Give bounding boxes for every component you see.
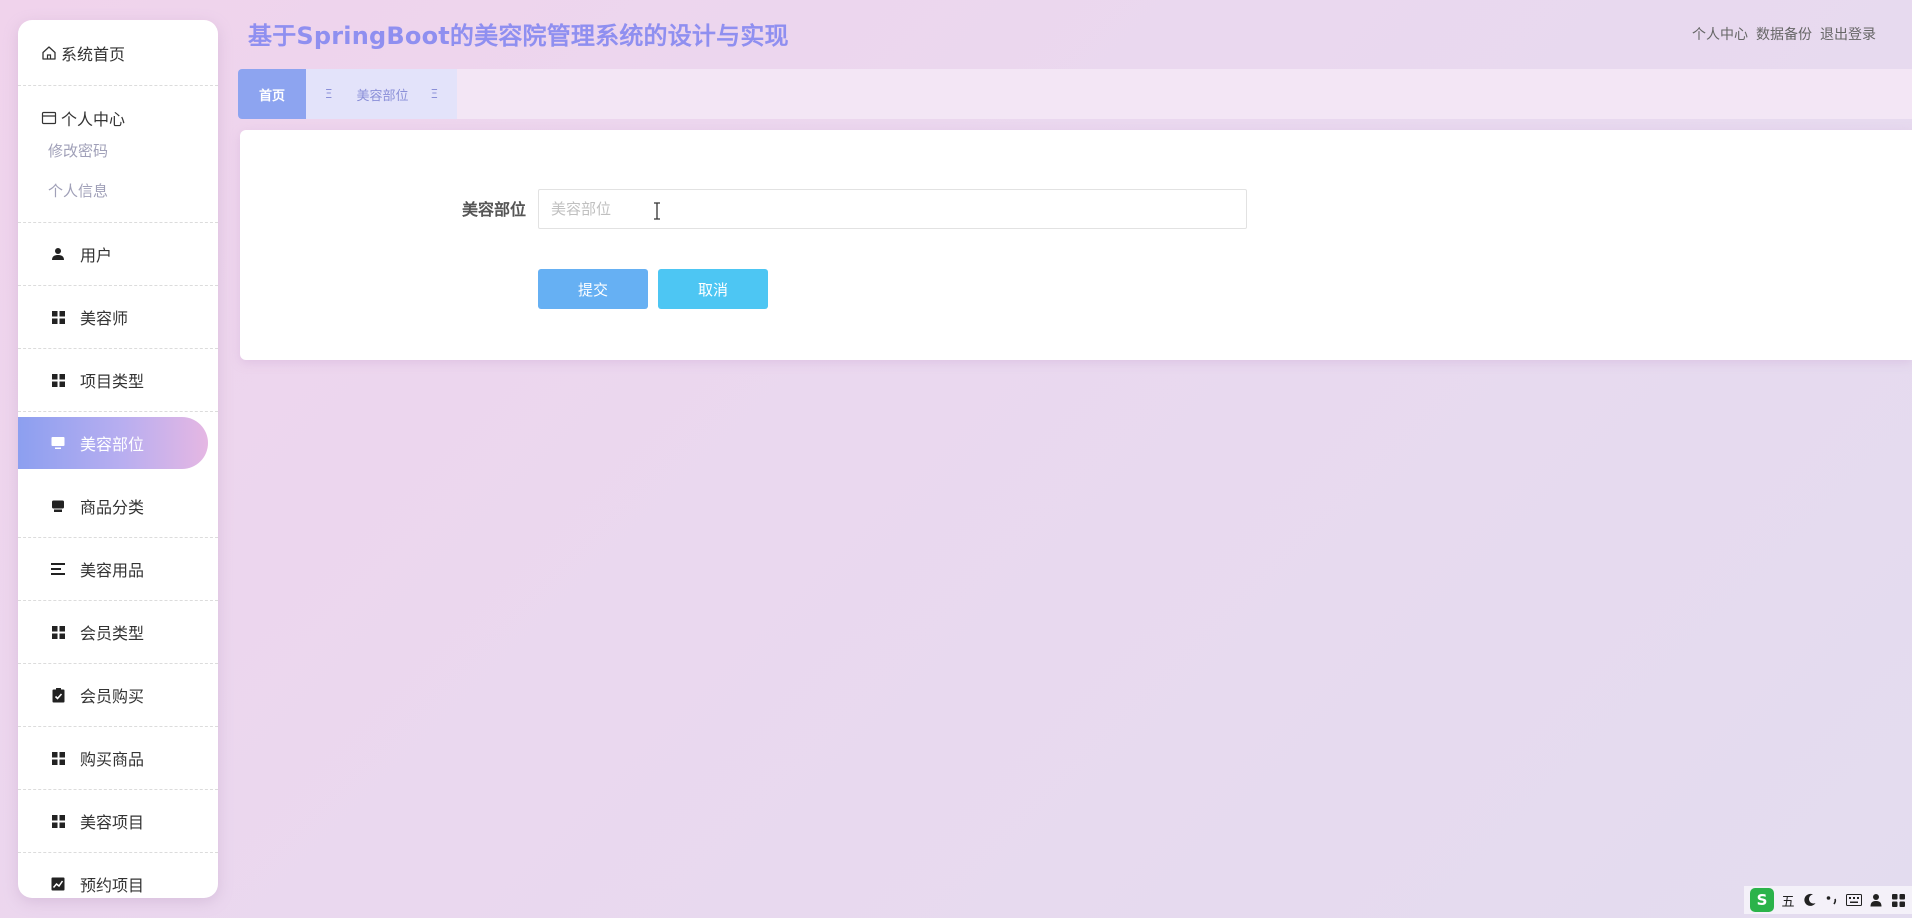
list-icon [50,561,66,577]
header-link-personal-center[interactable]: 个人中心 [1692,24,1748,44]
home-icon [41,45,57,61]
sidebar-item-label: 商品分类 [80,498,145,517]
beauty-part-input[interactable] [538,189,1247,229]
grid-icon [50,309,66,325]
grid-icon [50,624,66,640]
cancel-button[interactable]: 取消 [658,269,768,309]
sidebar-item-label: 购买商品 [80,750,145,769]
chart-icon [50,876,66,892]
sidebar-item-member-type[interactable]: 会员类型 [18,601,218,664]
tab-bar: 首页 Ξ 美容部位 Ξ [238,69,1912,119]
sidebar-item-label: 系统首页 [61,44,126,64]
sidebar-item-label: 用户 [80,246,113,265]
clipboard-check-icon [50,687,66,703]
sidebar: 系统首页 个人中心 修改密码 个人信息 用户 美容师 项目类型 美容部位 商品分… [18,20,218,898]
sidebar-item-beautician[interactable]: 美容师 [18,286,218,349]
sidebar-item-product-category[interactable]: 商品分类 [18,475,218,538]
sidebar-item-home[interactable]: 系统首页 [18,20,218,86]
sidebar-item-label: 美容部位 [80,435,145,454]
ime-mode-label[interactable]: 五 [1780,892,1796,910]
sidebar-item-label: 项目类型 [80,372,145,391]
sidebar-item-member-purchase[interactable]: 会员购买 [18,664,218,727]
ime-tray: S 五 [1744,886,1912,914]
header-link-logout[interactable]: 退出登录 [1820,24,1876,44]
sogou-logo-icon[interactable]: S [1750,888,1774,912]
sidebar-item-appointment[interactable]: 预约项目 [18,853,218,898]
tab-left-glyph: Ξ [324,87,333,101]
grid-icon [50,372,66,388]
punctuation-icon[interactable] [1824,892,1840,908]
grid-icon [50,750,66,766]
tab-home[interactable]: 首页 [238,69,306,119]
apps-grid-icon[interactable] [1890,892,1906,908]
sidebar-item-beauty-part[interactable]: 美容部位 [18,412,218,475]
sidebar-item-label: 会员类型 [80,624,145,643]
form-card: 美容部位 提交 取消 [240,130,1912,360]
sidebar-item-user[interactable]: 用户 [18,223,218,286]
user-icon[interactable] [1868,892,1884,908]
beauty-part-label: 美容部位 [462,200,527,219]
box-icon [50,498,66,514]
sidebar-subitem-change-password[interactable]: 修改密码 [18,130,218,170]
sidebar-item-personal-center[interactable]: 个人中心 [18,106,218,130]
tab-beauty-part[interactable]: Ξ 美容部位 Ξ [306,69,457,119]
user-icon [50,246,66,262]
monitor-icon [50,435,66,451]
tab-close-icon[interactable]: Ξ [431,87,439,101]
sidebar-item-label: 美容用品 [80,561,145,580]
text-cursor-icon [654,202,660,220]
sidebar-group-personal: 个人中心 修改密码 个人信息 [18,86,218,223]
grid-icon [50,813,66,829]
sidebar-item-label: 美容师 [80,309,129,328]
sidebar-item-project-type[interactable]: 项目类型 [18,349,218,412]
sidebar-subitem-personal-info[interactable]: 个人信息 [18,170,218,210]
sidebar-item-label: 预约项目 [80,876,145,895]
sidebar-item-label: 美容项目 [80,813,145,832]
moon-icon[interactable] [1802,892,1818,908]
keyboard-icon[interactable] [1846,892,1862,908]
submit-button[interactable]: 提交 [538,269,648,309]
sidebar-item-label: 会员购买 [80,687,145,706]
sidebar-item-beauty-project[interactable]: 美容项目 [18,790,218,853]
card-icon [41,110,57,126]
sidebar-item-purchase-goods[interactable]: 购买商品 [18,727,218,790]
header-links: 个人中心 数据备份 退出登录 [1692,24,1876,44]
header-link-data-backup[interactable]: 数据备份 [1756,24,1812,44]
sidebar-item-beauty-supplies[interactable]: 美容用品 [18,538,218,601]
tab-label: 美容部位 [356,88,409,104]
app-title: 基于SpringBoot的美容院管理系统的设计与实现 [248,22,789,50]
sidebar-group-title: 个人中心 [61,110,126,129]
